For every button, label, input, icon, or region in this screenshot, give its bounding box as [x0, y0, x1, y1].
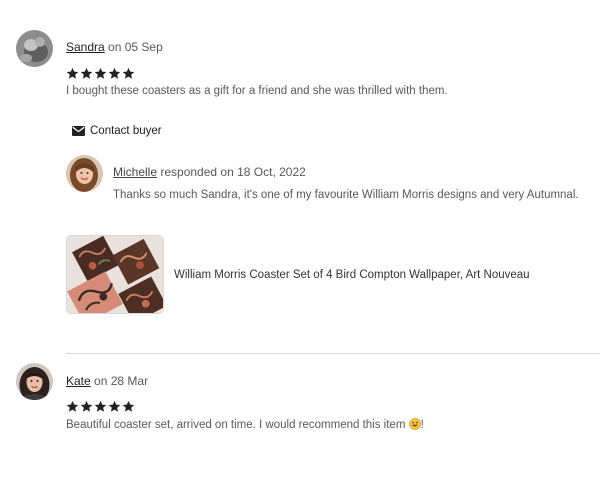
reviewer-avatar: [16, 30, 53, 67]
seller-avatar: [66, 155, 103, 192]
contact-buyer-button[interactable]: Contact buyer: [72, 125, 162, 137]
contact-buyer-label: Contact buyer: [90, 125, 162, 137]
star-rating: [66, 67, 135, 80]
grinning-face-emoji-icon: [408, 418, 421, 430]
star-icon: [80, 400, 93, 412]
review-text-main: Beautiful coaster set, arrived on time. …: [66, 419, 409, 431]
star-icon: [122, 67, 135, 79]
reviewer-name-link[interactable]: Sandra: [66, 40, 105, 54]
product-thumbnail[interactable]: [66, 235, 164, 314]
response-date: responded on 18 Oct, 2022: [160, 165, 306, 179]
response-meta: Michelle responded on 18 Oct, 2022: [113, 165, 306, 179]
star-icon: [80, 67, 93, 79]
review-date: on 28 Mar: [94, 374, 149, 388]
response-text: Thanks so much Sandra, it's one of my fa…: [113, 189, 579, 201]
review-divider: [66, 353, 600, 354]
review-text: I bought these coasters as a gift for a …: [66, 85, 448, 97]
seller-name-link[interactable]: Michelle: [113, 165, 157, 179]
star-icon: [108, 67, 121, 79]
star-icon: [94, 400, 107, 412]
reviewer-avatar: [16, 363, 53, 400]
review-text-end: !: [420, 419, 424, 431]
reviewer-name-link[interactable]: Kate: [66, 374, 91, 388]
star-rating: [66, 400, 135, 413]
review-meta: Sandra on 05 Sep: [66, 40, 163, 54]
review-meta: Kate on 28 Mar: [66, 374, 148, 388]
star-icon: [66, 67, 79, 79]
star-icon: [66, 400, 79, 412]
star-icon: [122, 400, 135, 412]
star-icon: [94, 67, 107, 79]
review-text: Beautiful coaster set, arrived on time. …: [66, 418, 424, 431]
product-title-link[interactable]: William Morris Coaster Set of 4 Bird Com…: [174, 269, 530, 281]
star-icon: [108, 400, 121, 412]
review-date: on 05 Sep: [108, 40, 163, 54]
envelope-icon: [72, 125, 85, 136]
